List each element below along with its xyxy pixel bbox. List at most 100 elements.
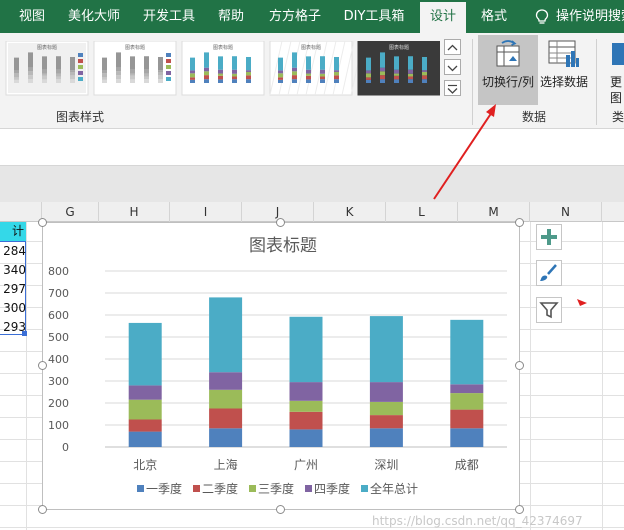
bar-segment-广州-二季度[interactable] [289,411,323,430]
tab-beautify[interactable]: 美化大师 [62,0,126,33]
bar-segment-上海-全年总计[interactable] [209,297,243,373]
legend-entry[interactable]: 四季度 [314,481,350,496]
tell-me-search[interactable]: 操作说明搜索 [556,0,624,33]
stacked-bar-chart[interactable]: 图表标题 0 100 200 300 400 500 600 700 800 北京 上海 广州 深圳 成… [43,223,519,509]
bar-segment-北京-二季度[interactable] [128,419,162,432]
column-header-l[interactable]: L [386,202,458,222]
group-separator [472,39,473,125]
column-header-k[interactable]: K [314,202,386,222]
bar-segment-北京-一季度[interactable] [128,431,162,447]
cell-value[interactable]: 300 [0,301,26,315]
resize-handle[interactable] [276,505,285,514]
bar-segment-广州-全年总计[interactable] [289,316,323,383]
thumb-bar [190,70,195,74]
funnel-icon [539,302,559,319]
bar-segment-上海-一季度[interactable] [209,428,243,447]
thumb-legend [166,53,171,57]
bar-segment-广州-一季度[interactable] [289,429,323,447]
column-header-g[interactable]: G [42,202,99,222]
formula-bar-area[interactable] [0,130,624,166]
chart-styles-button[interactable] [536,260,562,286]
bar-segment-北京-全年总计[interactable] [128,322,162,386]
resize-handle[interactable] [276,218,285,227]
chart-style-gallery[interactable]: 图表标题 图表标题 图表标题 图表标题 图表标题 [0,41,440,97]
thumb-bar [56,56,61,70]
chart-area[interactable]: 图表标题 0 100 200 300 400 500 600 700 800 北京 上海 广州 深圳 成… [42,222,520,510]
legend-swatch [137,485,144,492]
bar-segment-深圳-一季度[interactable] [369,428,403,447]
legend-entry[interactable]: 一季度 [146,481,182,496]
cell-header-total[interactable]: 计 [0,222,26,241]
tab-format[interactable]: 格式 [472,0,516,33]
thumb-bar [320,76,325,80]
bar-segment-北京-四季度[interactable] [128,385,162,400]
chart-title[interactable]: 图表标题 [249,236,317,256]
change-chart-type-label-2: 图 [610,91,623,105]
lightbulb-icon[interactable] [535,9,549,25]
bar-segment-上海-二季度[interactable] [209,408,243,429]
bar-segment-成都-全年总计[interactable] [450,319,484,385]
thumb-bar [232,69,237,74]
thumb-bar [102,57,107,71]
bar-segment-广州-四季度[interactable] [289,382,323,401]
thumb-bar [422,70,427,72]
bar-segment-深圳-二季度[interactable] [369,415,403,429]
tab-design[interactable]: 设计 [420,2,466,33]
resize-handle[interactable] [38,505,47,514]
legend-entry[interactable]: 三季度 [258,481,294,496]
resize-handle[interactable] [38,218,47,227]
chart-filters-button[interactable] [536,297,562,323]
thumb-bar [306,79,311,83]
resize-handle[interactable] [38,361,47,370]
bar-segment-北京-三季度[interactable] [128,399,162,420]
tab-fangfang[interactable]: 方方格子 [264,0,326,33]
gallery-more[interactable] [444,80,461,96]
gallery-scroll-up[interactable] [444,39,461,55]
tab-view[interactable]: 视图 [12,0,52,33]
y-tick-label: 800 [48,265,69,278]
thumb-bar [320,69,325,74]
column-header-n[interactable]: N [530,202,602,222]
legend-entry[interactable]: 全年总计 [370,481,418,496]
bar-segment-成都-一季度[interactable] [450,428,484,447]
thumb-bar [204,75,209,80]
bar-segment-广州-三季度[interactable] [289,400,323,412]
fill-handle[interactable] [22,331,27,336]
thumb-bar [70,75,75,80]
column-header-o[interactable] [602,202,624,222]
cell-value[interactable]: 340 [0,263,26,277]
change-chart-type-button[interactable]: 更 图 [602,35,624,105]
thumb-bar [292,75,297,80]
resize-handle[interactable] [515,505,524,514]
chart-elements-button[interactable] [536,224,562,250]
thumb-legend [78,77,83,81]
column-header-f[interactable] [0,202,42,222]
thumb-bar [408,76,413,80]
resize-handle[interactable] [515,218,524,227]
thumb-bar [158,56,163,71]
thumb-bar [144,73,149,77]
bar-segment-深圳-四季度[interactable] [369,382,403,402]
tab-help[interactable]: 帮助 [212,0,250,33]
cell-value[interactable]: 284 [0,244,26,258]
column-header-i[interactable]: I [170,202,242,222]
bar-segment-上海-三季度[interactable] [209,389,243,409]
tab-developer[interactable]: 开发工具 [138,0,200,33]
bar-segment-成都-四季度[interactable] [450,384,484,394]
tab-diy-toolbox[interactable]: DIY工具箱 [340,0,408,33]
bar-segment-深圳-全年总计[interactable] [369,316,403,383]
cell-value[interactable]: 297 [0,282,26,296]
switch-row-column-button[interactable]: 切换行/列 [478,35,538,105]
column-header-h[interactable]: H [99,202,170,222]
thumb-title: 图表标题 [301,44,321,51]
gallery-scroll-down[interactable] [444,59,461,75]
resize-handle[interactable] [515,361,524,370]
bar-segment-成都-三季度[interactable] [450,393,484,410]
bar-segment-深圳-三季度[interactable] [369,401,403,416]
bar-segment-成都-二季度[interactable] [450,409,484,429]
legend-entry[interactable]: 二季度 [202,481,238,496]
thumb-bar [14,57,19,71]
thumb-bar [42,79,47,83]
select-data-button[interactable]: 选择数据 [538,35,590,105]
bar-segment-上海-四季度[interactable] [209,372,243,390]
